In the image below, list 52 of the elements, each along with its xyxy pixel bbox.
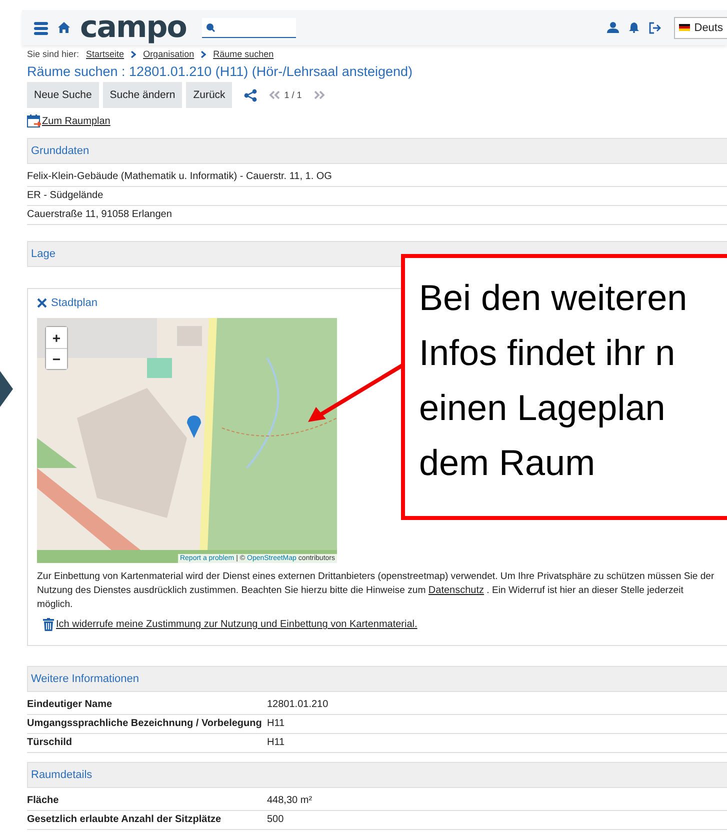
toolbar-button[interactable]: Neue Suche: [27, 82, 99, 108]
home-icon[interactable]: [58, 22, 70, 33]
trash-icon[interactable]: [43, 618, 54, 631]
info-line: Cauerstraße 11, 91058 Erlangen: [27, 206, 727, 225]
search-icon: [206, 22, 216, 32]
privacy-notice: Zur Einbettung von Kartenmaterial wird der Dienst eines externen Drittanbieters (openstreetmap) verwendet. Um Ihre Privatsphäre zu schützen müssen Sie der Nutzung des Dienstes ausdrücklich zustimmen. Beachten Sie hierzu bitte die Hinweise zum Datenschutz . Ein Widerruf ist hier an dieser Stelle jederzeit möglich.: [37, 570, 716, 612]
flag-icon: [679, 24, 690, 31]
field-label: Türschild: [27, 736, 74, 750]
toolbar-button[interactable]: Suche ändern: [102, 82, 182, 108]
map-title: Stadtplan: [51, 297, 98, 309]
chevron-right-icon: [201, 50, 206, 58]
page-title: Räume suchen : 12801.01.210 (H11) (Hör-/Lehrsaal ansteigend): [27, 64, 414, 79]
campo-logo[interactable]: campo: [80, 12, 186, 42]
field-value: H11: [267, 736, 285, 750]
chevron-right-icon: [131, 50, 136, 58]
chevron-icon: [0, 371, 13, 407]
breadcrumb-label: Sie sind hier:: [27, 49, 80, 59]
info-line: Felix-Klein-Gebäude (Mathematik u. Informatik) - Cauerstr. 11, 1. OG: [27, 168, 727, 187]
close-icon[interactable]: [37, 298, 47, 308]
field-value: 500: [267, 813, 284, 827]
field-label: Fläche: [27, 794, 60, 808]
page-counter: 1 / 1: [284, 90, 302, 100]
breadcrumb-link[interactable]: Organisation: [143, 49, 194, 59]
logout-icon[interactable]: [649, 22, 662, 34]
share-icon[interactable]: [244, 88, 258, 102]
callout-text: Infos findet ihr n: [419, 331, 676, 375]
callout-text: Bei den weiteren: [419, 276, 688, 320]
field-label: Umgangssprachliche Bezeichnung / Vorbelegung: [27, 717, 263, 731]
privacy-link[interactable]: Datenschutz: [428, 585, 484, 596]
revoke-consent-link[interactable]: Ich widerrufe meine Zustimmung zur Nutzung und Einbettung von Kartenmaterial.: [56, 619, 418, 630]
breadcrumb-link[interactable]: Räume suchen: [213, 49, 274, 59]
breadcrumb-link[interactable]: Startseite: [86, 49, 124, 59]
field-value: H11: [267, 717, 285, 731]
field-value: 448,30 m²: [267, 794, 312, 808]
toolbar-button[interactable]: Zurück: [186, 82, 232, 108]
field-label: Eindeutiger Name: [27, 698, 114, 712]
raumplan-link[interactable]: Zum Raumplan: [42, 116, 110, 126]
language-dropdown[interactable]: Deuts: [674, 16, 727, 38]
zoom-out-button[interactable]: −: [46, 348, 67, 369]
info-line: ER - Südgelände: [27, 187, 727, 206]
callout-text: einen Lageplan: [419, 386, 666, 430]
menu-icon[interactable]: [34, 20, 48, 34]
calendar-icon: [27, 114, 41, 128]
field-value: 12801.01.210: [267, 698, 328, 712]
section-header[interactable]: Weitere Informationen: [27, 666, 727, 692]
callout-text: dem Raum: [419, 441, 596, 485]
bell-icon[interactable]: [629, 22, 640, 33]
section-header[interactable]: Raumdetails: [27, 762, 727, 788]
section-header[interactable]: Grunddaten: [27, 138, 727, 164]
user-icon[interactable]: [607, 22, 620, 33]
field-label: Gesetzlich erlaubte Anzahl der Sitzplätze: [27, 813, 222, 827]
search-field[interactable]: [202, 18, 296, 38]
